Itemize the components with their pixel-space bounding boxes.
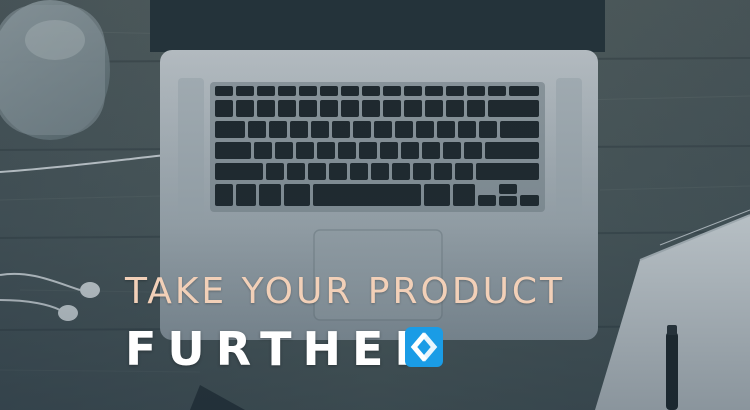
headline-line-2: FURTHER — [125, 322, 441, 376]
keyboard — [210, 82, 545, 212]
glass-jar — [0, 0, 110, 140]
pen — [666, 325, 678, 410]
brand-logo-icon — [405, 327, 443, 367]
headline-line-1: TAKE YOUR PRODUCT — [125, 271, 566, 312]
laptop-screen — [150, 0, 605, 52]
